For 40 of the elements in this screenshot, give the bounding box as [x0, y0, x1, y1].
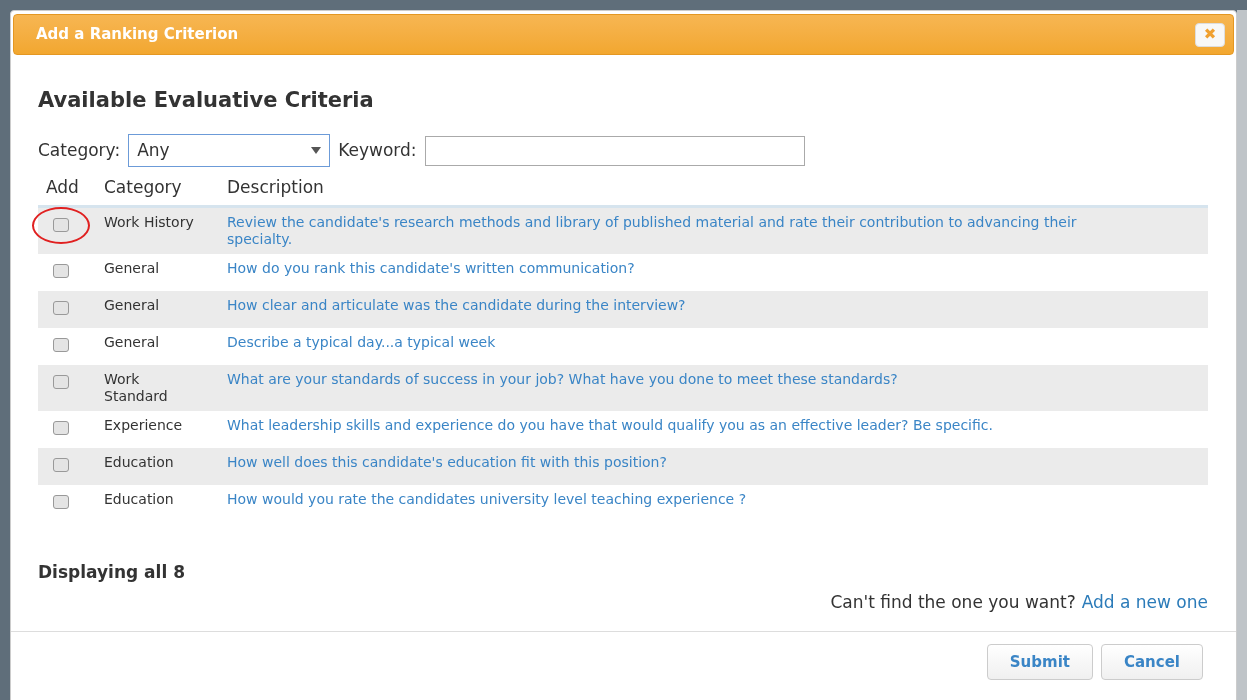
caret-icon: [311, 147, 322, 154]
column-header: Category: [104, 176, 183, 200]
checkbox[interactable]: [53, 375, 69, 389]
keyword-label: Keyword:: [338, 138, 417, 162]
category-cell-text: Work History: [104, 214, 195, 231]
submit-button[interactable]: Submit: [986, 644, 1093, 680]
close-button[interactable]: ✖: [1195, 22, 1225, 47]
keyword-field[interactable]: [424, 135, 805, 166]
category-label: Category:: [38, 138, 121, 162]
column-header: Description: [227, 176, 324, 200]
description-link[interactable]: What leadership skills and experience do you have that would qualify you as an effective leader? Be specific.: [227, 417, 1107, 434]
column-header: Add: [45, 176, 80, 200]
checkbox[interactable]: [53, 264, 69, 278]
checkbox[interactable]: [53, 495, 69, 509]
checkbox[interactable]: [53, 301, 69, 315]
checkbox[interactable]: [53, 458, 69, 472]
cancel-button[interactable]: Cancel: [1101, 644, 1203, 680]
description-link[interactable]: What are your standards of success in your job? What have you done to meet these standards?: [227, 371, 1107, 388]
result-count: Displaying all 8: [38, 561, 186, 584]
checkbox[interactable]: [53, 218, 69, 232]
description-link[interactable]: How well does this candidate's education fit with this position?: [227, 454, 1107, 471]
dialog-title: Add a Ranking Criterion: [36, 24, 239, 46]
checkbox[interactable]: [53, 338, 69, 352]
category-cell-text: Education: [104, 454, 175, 471]
category-cell-text: Experience: [104, 417, 184, 434]
category-cell-text: General: [104, 334, 161, 351]
checkbox[interactable]: [53, 421, 69, 435]
description-link[interactable]: How clear and articulate was the candidate during the interview?: [227, 297, 1107, 314]
section-heading: Available Evaluative Criteria: [38, 87, 375, 114]
add-new-link[interactable]: Add a new one: [1081, 589, 1208, 615]
description-link[interactable]: How do you rank this candidate's written communication?: [227, 260, 1107, 277]
category-dropdown[interactable]: Any: [128, 134, 331, 167]
help-text: Can't find the one you want?: [830, 590, 1076, 614]
category-cell-text: Education: [104, 491, 175, 508]
category-cell-text: General: [104, 260, 161, 277]
description-link[interactable]: Review the candidate's research methods and library of published material and rate their contribution to advancing their specialty.: [227, 214, 1107, 248]
category-cell-text: Work Standard: [104, 371, 169, 405]
description-link[interactable]: Describe a typical day...a typical week: [227, 334, 1107, 351]
category-cell-text: General: [104, 297, 161, 314]
description-link[interactable]: How would you rate the candidates university level teaching experience ?: [227, 491, 1107, 508]
